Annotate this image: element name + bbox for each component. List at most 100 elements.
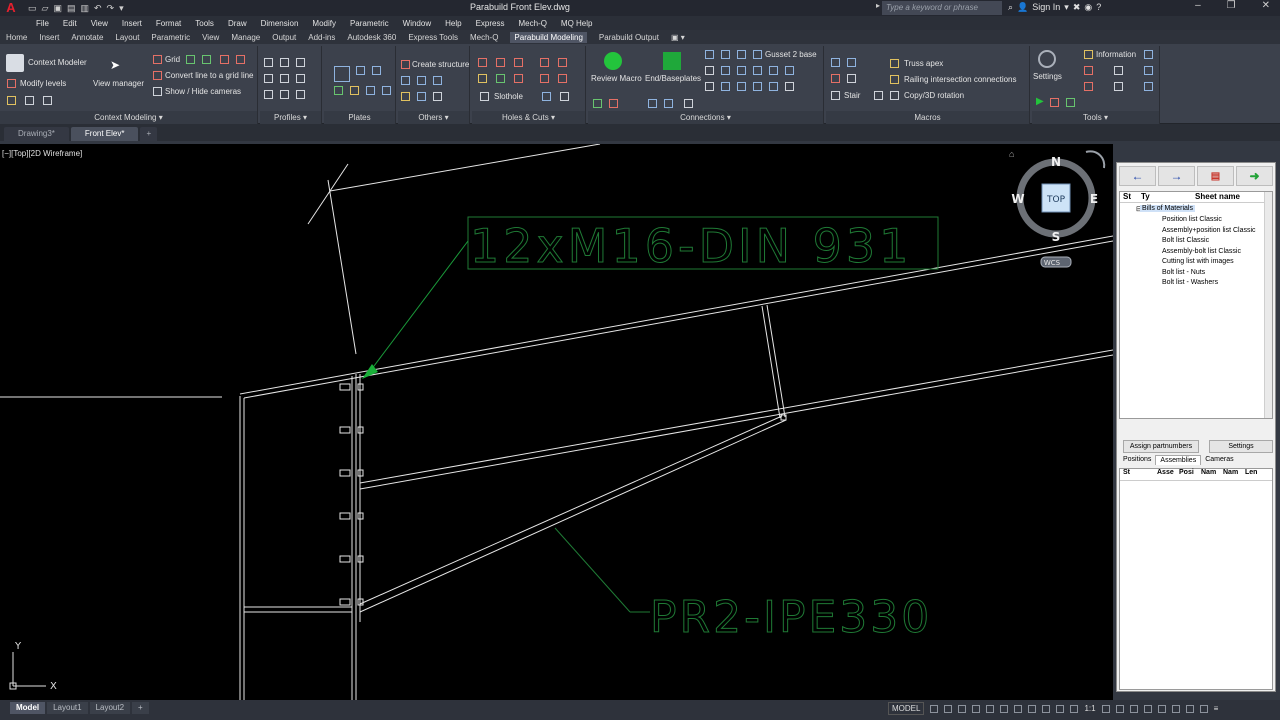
quick-properties-icon[interactable] [1143, 704, 1152, 713]
tree-item[interactable]: Cutting list with images [1162, 258, 1234, 265]
profile-t-icon[interactable] [280, 58, 289, 67]
convert-line-button[interactable]: Convert line to a grid line [165, 71, 254, 80]
conn-tool-7-icon[interactable] [753, 66, 762, 75]
doc-tab-drawing3[interactable]: Drawing3* [4, 127, 69, 141]
drawing-canvas[interactable]: [−][Top][2D Wireframe] 12xM16-DIN 931 PR… [0, 144, 1113, 700]
tool-icon-3[interactable] [43, 96, 52, 105]
tab-layout2[interactable]: Layout2 [89, 702, 131, 714]
tools-icon-6[interactable] [1114, 82, 1123, 91]
osnap-tracking-icon[interactable] [1000, 704, 1009, 713]
snap-toggle-icon[interactable] [944, 704, 953, 713]
save-as-icon[interactable]: ▤ [67, 3, 76, 14]
conn-tool-2-icon[interactable] [721, 50, 730, 59]
open-file-icon[interactable]: ▱ [42, 3, 49, 14]
transparency-toggle-icon[interactable] [1042, 704, 1051, 713]
compass-east[interactable]: E [1090, 192, 1098, 206]
tool-icon-1[interactable] [7, 96, 16, 105]
conn-tool-13-icon[interactable] [753, 82, 762, 91]
grid-col[interactable]: Len [1242, 469, 1264, 480]
ribbon-tab-home[interactable]: Home [6, 33, 27, 42]
menu-item-modify[interactable]: Modify [312, 19, 336, 28]
panel-title-tools[interactable]: Tools ▾ [1032, 111, 1159, 124]
ribbon-tab-layout[interactable]: Layout [115, 33, 139, 42]
macro-tool-3-icon[interactable] [831, 74, 840, 83]
menu-item-help[interactable]: Help [445, 19, 461, 28]
grid-button[interactable]: Grid [165, 55, 180, 64]
binoculars-icon[interactable]: ⌕ [1008, 2, 1013, 13]
menu-item-dimension[interactable]: Dimension [261, 19, 299, 28]
others-tool-3-icon[interactable] [433, 76, 442, 85]
plate-polygon-icon[interactable] [334, 66, 350, 82]
menu-item-mq-help[interactable]: MQ Help [561, 19, 593, 28]
profile-bend-icon[interactable] [264, 90, 273, 99]
tools-icon-5[interactable] [1084, 82, 1093, 91]
ribbon-tab-view[interactable]: View [202, 33, 219, 42]
conn-tool-5-icon[interactable] [721, 66, 730, 75]
create-structure-button[interactable]: Create structure [412, 60, 469, 69]
isodraft-toggle-icon[interactable] [986, 704, 995, 713]
cut-tool-3-icon[interactable] [540, 74, 549, 83]
tree-scrollbar[interactable] [1264, 192, 1272, 418]
assign-partnumbers-button[interactable]: Assign partnumbers [1123, 440, 1199, 453]
menu-item-window[interactable]: Window [403, 19, 431, 28]
hatch-icon[interactable] [874, 91, 883, 100]
plate-tool-3-icon[interactable] [334, 86, 343, 95]
cut-tool-2-icon[interactable] [558, 58, 567, 67]
conn-tool-17-icon[interactable] [609, 99, 618, 108]
chevron-down-icon[interactable]: ▾ [1064, 2, 1069, 13]
grid-col[interactable]: Nam [1220, 469, 1242, 480]
viewcube[interactable]: TOP N S E W WCS [1011, 150, 1106, 268]
forward-arrow-button[interactable]: → [1158, 166, 1195, 186]
ribbon-tab-parabuild-output[interactable]: Parabuild Output [599, 33, 659, 42]
slothole-button[interactable]: Slothole [494, 92, 523, 101]
app-logo[interactable]: A [0, 0, 22, 16]
hole-tool-3-icon[interactable] [514, 58, 523, 67]
tools-icon-7[interactable] [1144, 82, 1153, 91]
ribbon-tab-options-icon[interactable]: ▣ ▾ [671, 33, 685, 42]
menu-item-mech-q[interactable]: Mech-Q [518, 19, 546, 28]
show-hide-cameras-button[interactable]: Show / Hide cameras [165, 87, 241, 96]
hole-tool-1-icon[interactable] [478, 58, 487, 67]
profile-rect-icon[interactable] [296, 74, 305, 83]
profile-c-icon[interactable] [264, 74, 273, 83]
viewcube-top-label[interactable]: TOP [1046, 195, 1066, 205]
copy-rotation-dropdown[interactable]: Copy/3D rotation [904, 91, 964, 100]
home-icon[interactable]: ⌂ [1009, 149, 1019, 159]
tree-item[interactable]: Assembly-bolt list Classic [1162, 248, 1241, 255]
back-arrow-button[interactable]: ← [1119, 166, 1156, 186]
doc-tab-front-elev[interactable]: Front Elev* [70, 127, 139, 141]
menu-item-insert[interactable]: Insert [122, 19, 142, 28]
conn-tool-20-icon[interactable] [684, 99, 693, 108]
customize-menu-icon[interactable]: ≡ [1214, 704, 1219, 713]
panel-title-others[interactable]: Others ▾ [398, 111, 469, 124]
sign-in-label[interactable]: Sign In [1032, 2, 1060, 13]
tools-icon-4[interactable] [1144, 66, 1153, 75]
tree-item[interactable]: Bolt list - Nuts [1162, 269, 1205, 276]
tree-item[interactable]: Position list Classic [1162, 216, 1222, 223]
ribbon-tab-annotate[interactable]: Annotate [71, 33, 103, 42]
tab-layout1[interactable]: Layout1 [47, 702, 88, 714]
save-icon[interactable]: ▣ [53, 3, 62, 14]
profile-twist-icon[interactable] [280, 90, 289, 99]
tree-item[interactable]: Assembly+position list Classic [1162, 227, 1256, 234]
truss-apex-dropdown[interactable]: Truss apex [904, 59, 943, 68]
others-tool-6-icon[interactable] [433, 92, 442, 101]
hole-tool-2-icon[interactable] [496, 58, 505, 67]
conn-tool-14-icon[interactable] [769, 82, 778, 91]
view-manager-button[interactable]: View manager [93, 79, 144, 88]
profile-i-icon[interactable] [264, 58, 273, 67]
menu-item-edit[interactable]: Edit [63, 19, 77, 28]
add-layout-button[interactable]: + [132, 702, 149, 714]
cut-tool-6-icon[interactable] [560, 92, 569, 101]
panel-title-holes-cuts[interactable]: Holes & Cuts ▾ [472, 111, 585, 124]
compass-south[interactable]: S [1052, 230, 1061, 244]
modify-levels-button[interactable]: Modify levels [20, 79, 66, 88]
sign-in-area[interactable]: ⌕ 👤 Sign In ▾ ✖ ◉ ? [1008, 2, 1101, 13]
ribbon-tab-add-ins[interactable]: Add-ins [308, 33, 335, 42]
new-file-icon[interactable]: ▭ [28, 3, 37, 14]
others-tool-4-icon[interactable] [401, 92, 410, 101]
restore-icon[interactable]: ❐ [1227, 0, 1236, 11]
end-baseplates-button[interactable]: End/Baseplates [645, 74, 701, 83]
profile-l-icon[interactable] [296, 58, 305, 67]
plate-tool-4-icon[interactable] [350, 86, 359, 95]
